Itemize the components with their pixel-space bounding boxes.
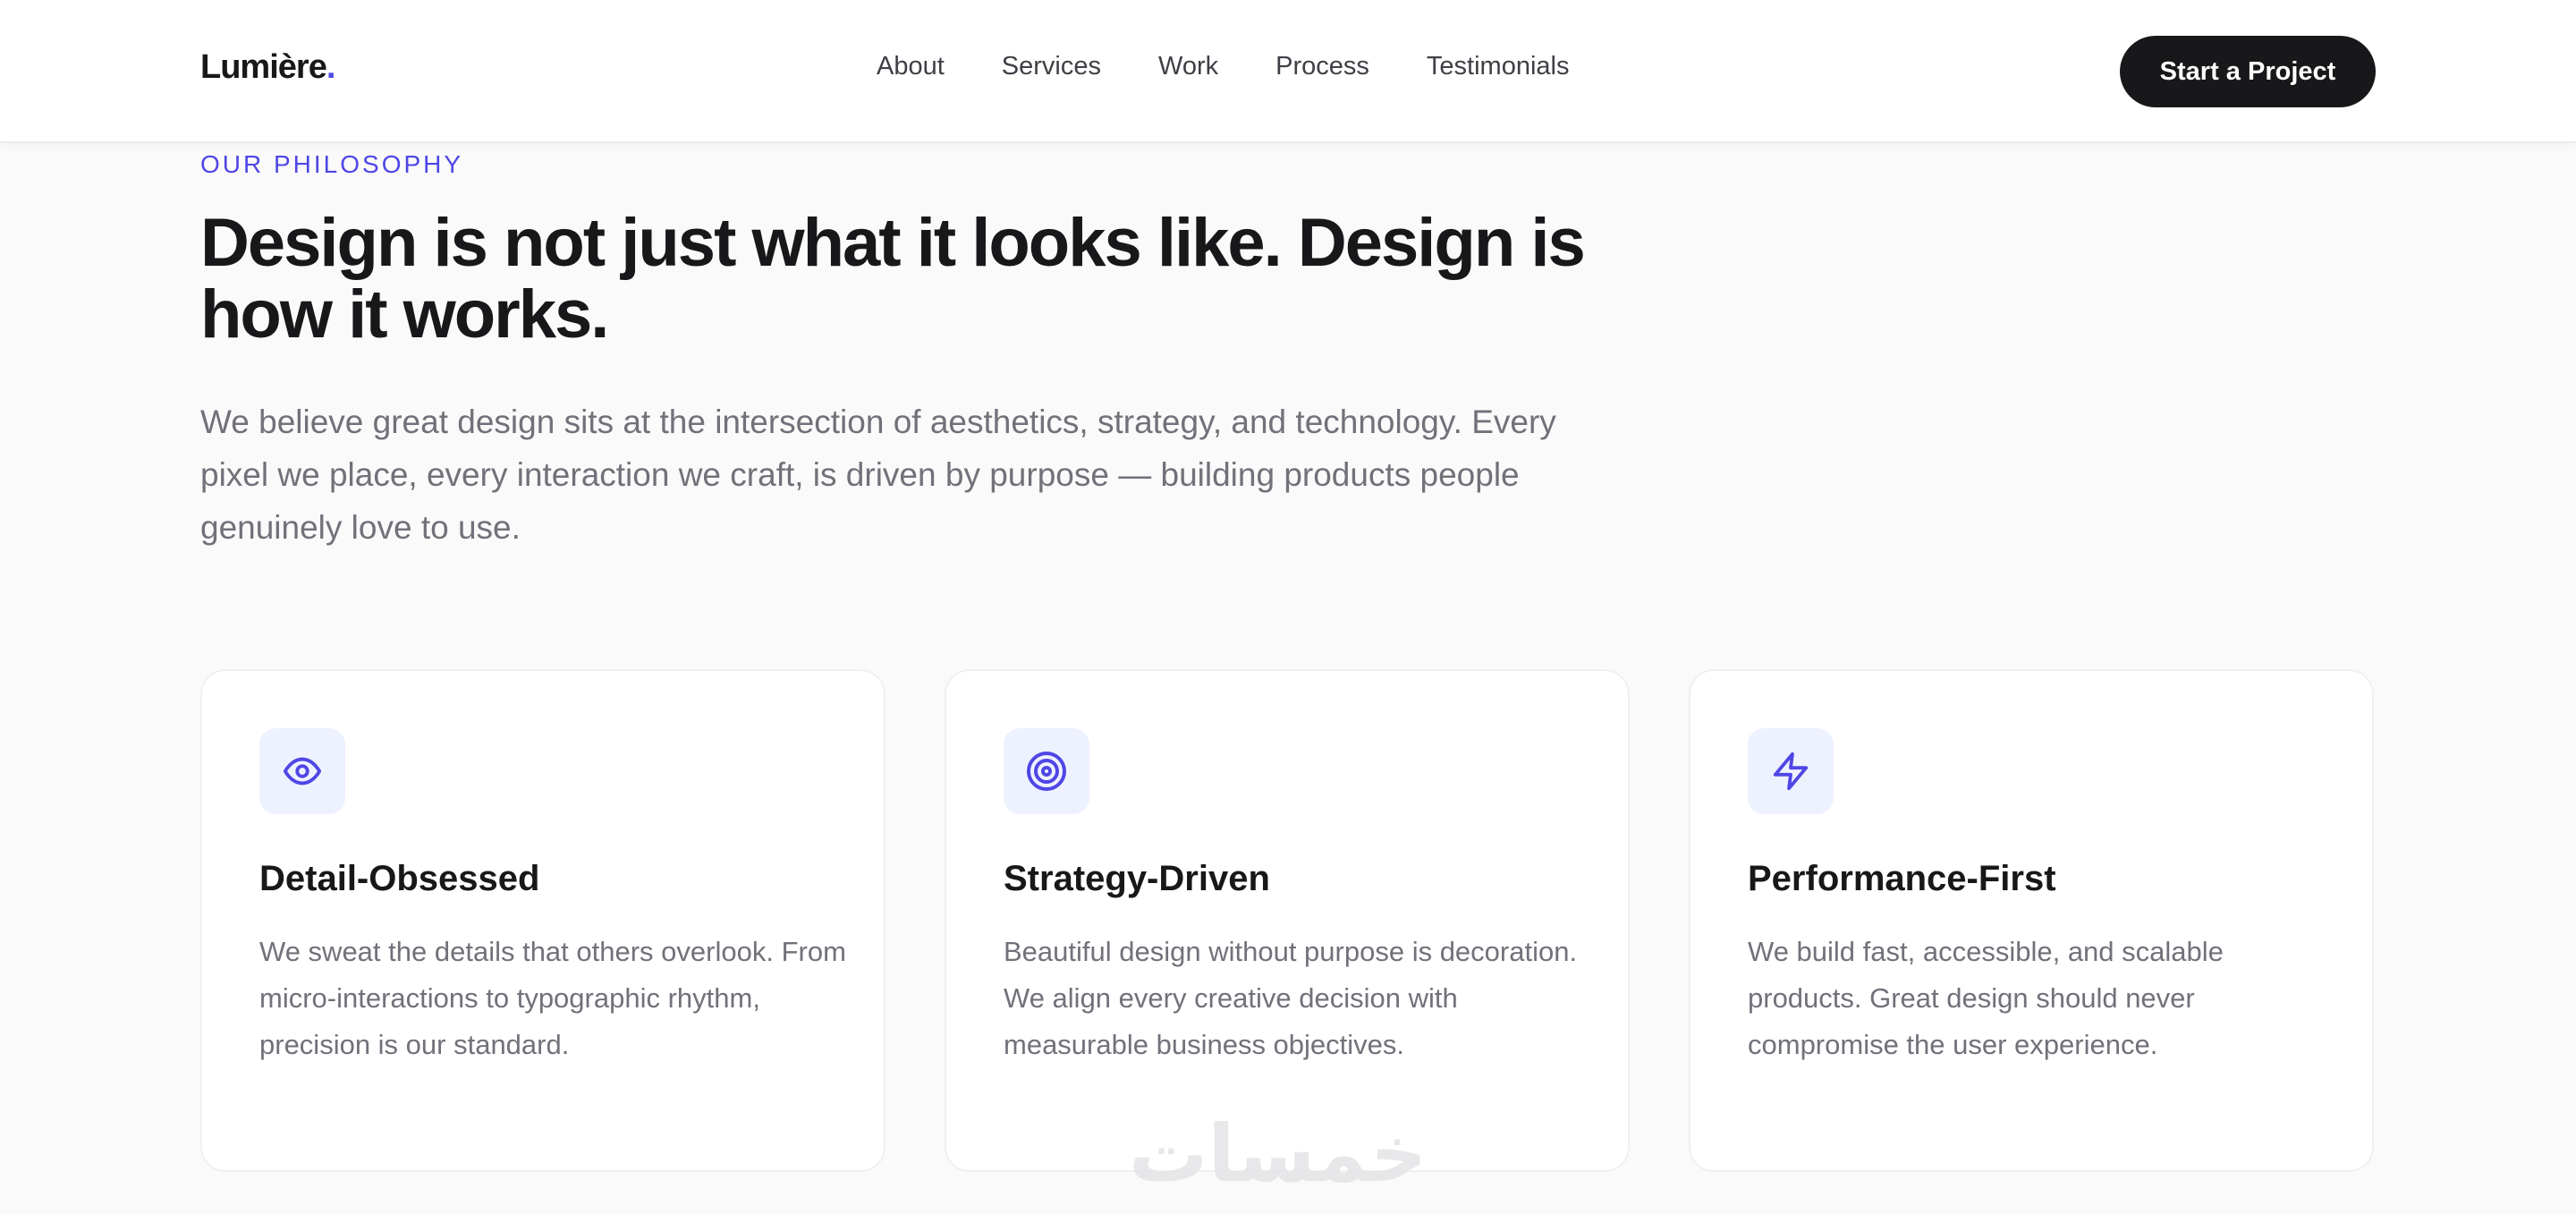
brand-name[interactable]: Lumière: [200, 48, 327, 86]
nav-link-testimonials[interactable]: Testimonials: [1427, 52, 1570, 81]
section-eyebrow: OUR PHILOSOPHY: [200, 150, 464, 178]
nav-link-about[interactable]: About: [877, 52, 945, 81]
main-nav: About Services Work Process Testimonials: [877, 52, 1569, 81]
feature-card-strategy: Strategy-Driven Beautiful design without…: [945, 669, 1630, 1172]
feature-card-text: Beautiful design without purpose is deco…: [1004, 936, 1578, 1060]
watermark-logo: خمسات: [1129, 1108, 1428, 1200]
feature-card-text: We build fast, accessible, and scalable …: [1748, 936, 2224, 1060]
target-icon: [1027, 752, 1066, 791]
feature-card-text: We sweat the details that others overloo…: [259, 936, 846, 1060]
nav-link-work[interactable]: Work: [1158, 52, 1218, 81]
nav-link-process[interactable]: Process: [1275, 52, 1369, 81]
feature-card-detail: Detail-Obsessed We sweat the details tha…: [200, 669, 886, 1172]
nav-link-services[interactable]: Services: [1002, 52, 1101, 81]
brand-logo[interactable]: Lumière.: [200, 48, 335, 87]
feature-icon-box: [1748, 728, 1834, 814]
feature-card-title: Detail-Obsessed: [259, 859, 540, 898]
feature-card-title: Performance-First: [1748, 859, 2056, 898]
eye-icon: [283, 757, 322, 786]
top-navbar: Lumière. About Services Work Process Tes…: [0, 0, 2576, 143]
feature-card-title: Strategy-Driven: [1004, 859, 1270, 898]
brand-dot: .: [326, 48, 336, 86]
feature-card-performance: Performance-First We build fast, accessi…: [1689, 669, 2374, 1172]
section-lede: We believe great design sits at the inte…: [200, 404, 1556, 546]
lightning-icon: [1773, 752, 1809, 791]
start-project-button[interactable]: Start a Project: [2120, 36, 2376, 107]
feature-icon-box: [1004, 728, 1089, 814]
feature-icon-box: [259, 728, 345, 814]
section-headline: Design is not just what it looks like. D…: [200, 205, 1586, 353]
